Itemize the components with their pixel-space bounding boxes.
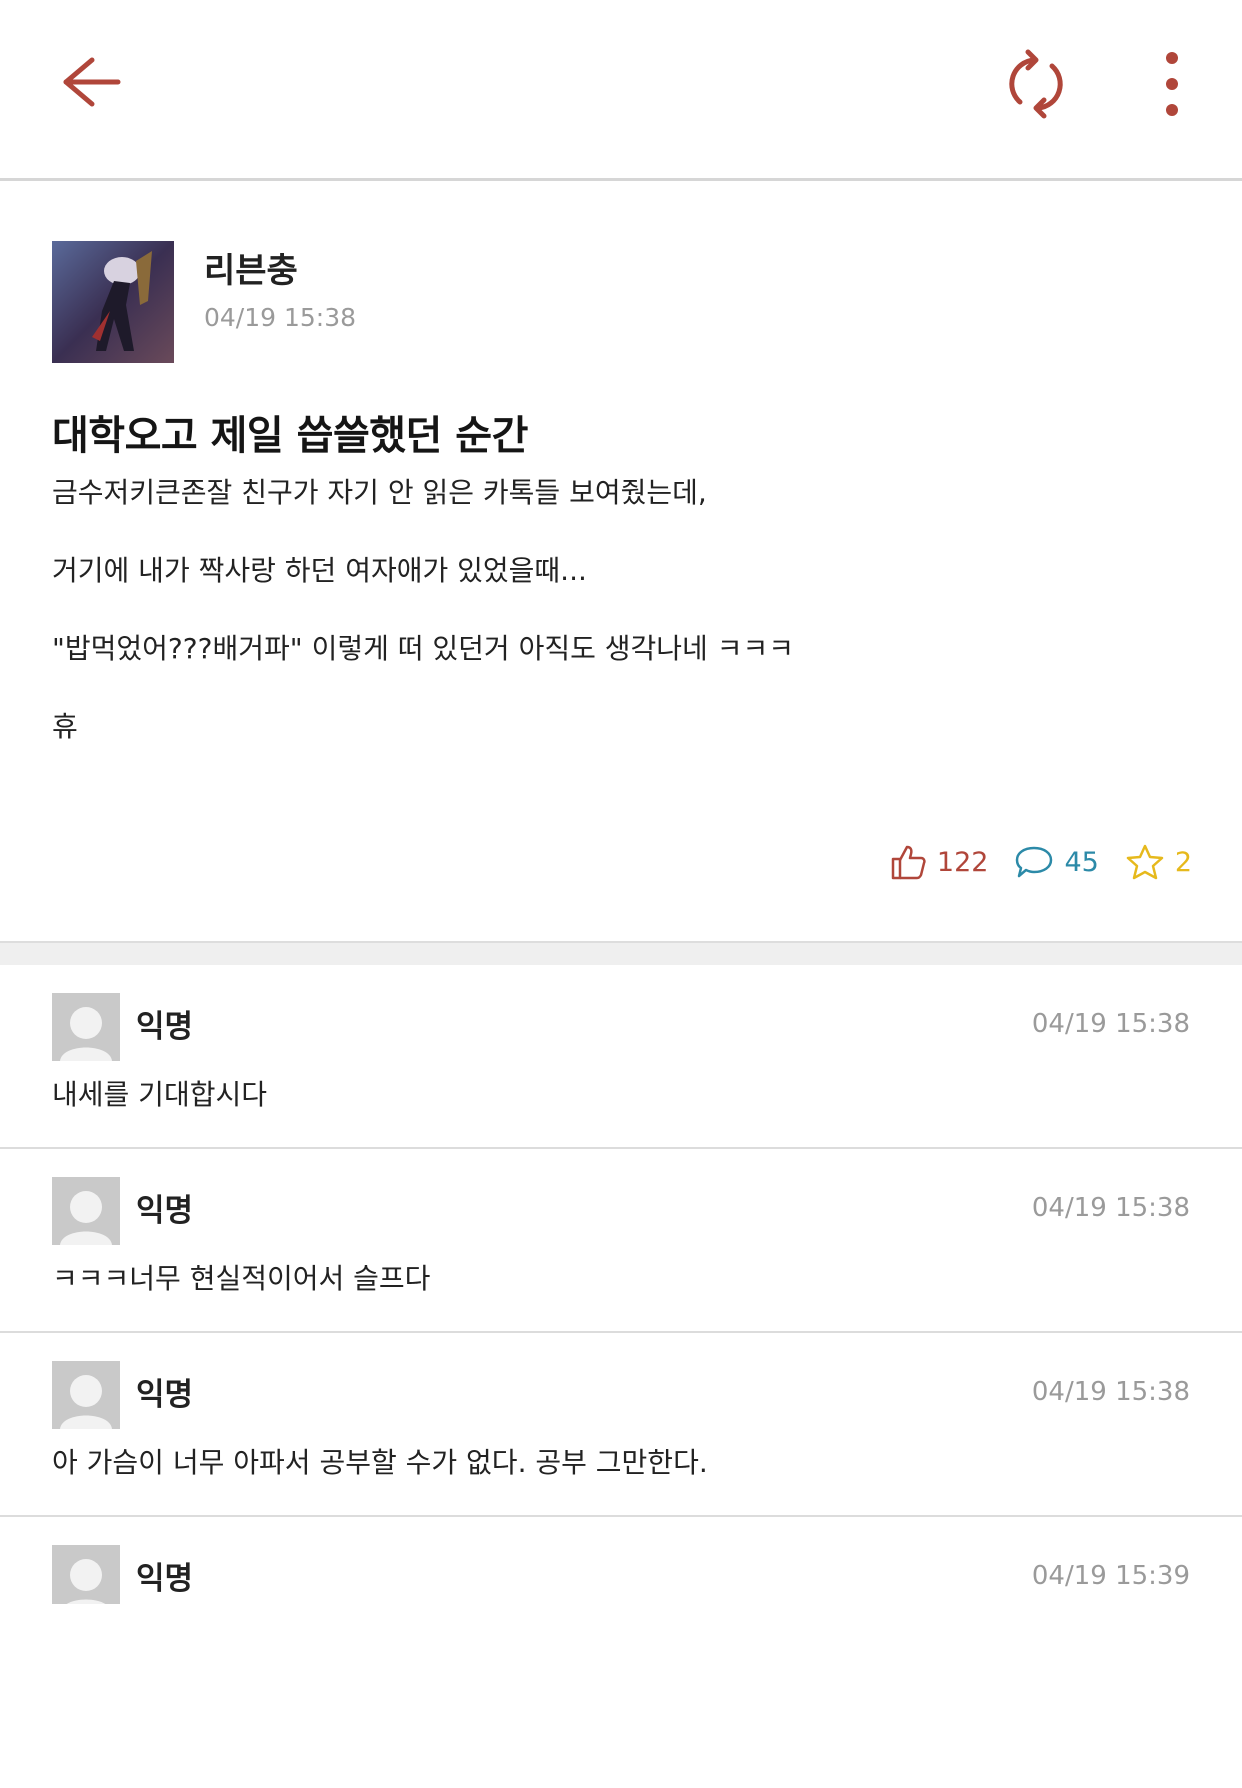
comment-timestamp: 04/19 15:39 xyxy=(1031,1561,1190,1591)
back-button[interactable] xyxy=(56,52,126,112)
author-name[interactable]: 리븐충 xyxy=(204,243,298,292)
comment-stat[interactable]: 45 xyxy=(1014,844,1099,880)
comment-author: 익명 xyxy=(136,1009,194,1045)
scrap-stat[interactable]: 2 xyxy=(1125,843,1192,881)
speech-bubble-icon xyxy=(1016,846,1053,878)
post-body-line: 금수저키큰존잘 친구가 자기 안 읽은 카톡들 보여줬는데, xyxy=(52,476,707,509)
thumbs-up-icon xyxy=(891,845,926,880)
anonymous-avatar xyxy=(52,993,120,1061)
comment-author: 익명 xyxy=(136,1193,194,1229)
anonymous-avatar xyxy=(52,1177,120,1245)
comment-item[interactable]: 익명 04/19 15:38 ㅋㅋㅋ너무 현실적이어서 슬프다 xyxy=(0,1149,1242,1333)
comment-author: 익명 xyxy=(136,1377,194,1413)
user-placeholder-icon xyxy=(52,1177,120,1245)
comment-text: ㅋㅋㅋ너무 현실적이어서 슬프다 xyxy=(52,1262,431,1295)
author-avatar[interactable] xyxy=(52,241,174,363)
post-timestamp: 04/19 15:38 xyxy=(204,303,357,332)
comment-text: 아 가슴이 너무 아파서 공부할 수가 없다. 공부 그만한다. xyxy=(52,1446,708,1479)
post-body-line: 거기에 내가 짝사랑 하던 여자애가 있었을때... xyxy=(52,554,587,587)
scrap-count: 2 xyxy=(1174,846,1192,878)
post-body-line: 휴 xyxy=(52,710,78,743)
more-options-button[interactable] xyxy=(1150,48,1194,120)
comment-timestamp: 04/19 15:38 xyxy=(1031,1377,1190,1407)
user-placeholder-icon xyxy=(52,993,120,1061)
comment-item[interactable]: 익명 04/19 15:38 내세를 기대합시다 xyxy=(0,965,1242,1149)
top-app-bar xyxy=(0,0,1242,181)
comment-item[interactable]: 익명 04/19 15:38 아 가슴이 너무 아파서 공부할 수가 없다. 공… xyxy=(0,1333,1242,1517)
anonymous-avatar xyxy=(52,1361,120,1429)
like-stat[interactable]: 122 xyxy=(889,843,989,881)
comment-timestamp: 04/19 15:38 xyxy=(1031,1193,1190,1223)
more-vertical-icon xyxy=(1166,52,1178,116)
user-placeholder-icon xyxy=(52,1545,120,1604)
post-card: 리븐충 04/19 15:38 대학오고 제일 씁쓸했던 순간 금수저키큰존잘 … xyxy=(0,181,1242,941)
blank-area xyxy=(0,1604,1242,1788)
comment-count: 45 xyxy=(1064,846,1099,878)
post-body-line: "밥먹었어???배거파" 이렇게 떠 있던거 아직도 생각나네 ㅋㅋㅋ xyxy=(52,632,794,665)
star-icon xyxy=(1126,844,1164,880)
section-divider xyxy=(0,941,1242,967)
arrow-left-icon xyxy=(63,57,121,107)
user-placeholder-icon xyxy=(52,1361,120,1429)
refresh-icon xyxy=(1009,49,1063,119)
comment-timestamp: 04/19 15:38 xyxy=(1031,1009,1190,1039)
author-avatar-image xyxy=(52,241,174,363)
post-stats: 122 45 2 xyxy=(863,839,1192,885)
comment-author: 익명 xyxy=(136,1561,194,1597)
like-count: 122 xyxy=(936,846,989,878)
comment-text: 내세를 기대합시다 xyxy=(52,1078,267,1111)
anonymous-avatar xyxy=(52,1545,120,1604)
refresh-button[interactable] xyxy=(1000,48,1072,120)
comment-item[interactable]: 익명 04/19 15:39 xyxy=(0,1517,1242,1604)
post-title: 대학오고 제일 씁쓸했던 순간 xyxy=(52,413,528,459)
